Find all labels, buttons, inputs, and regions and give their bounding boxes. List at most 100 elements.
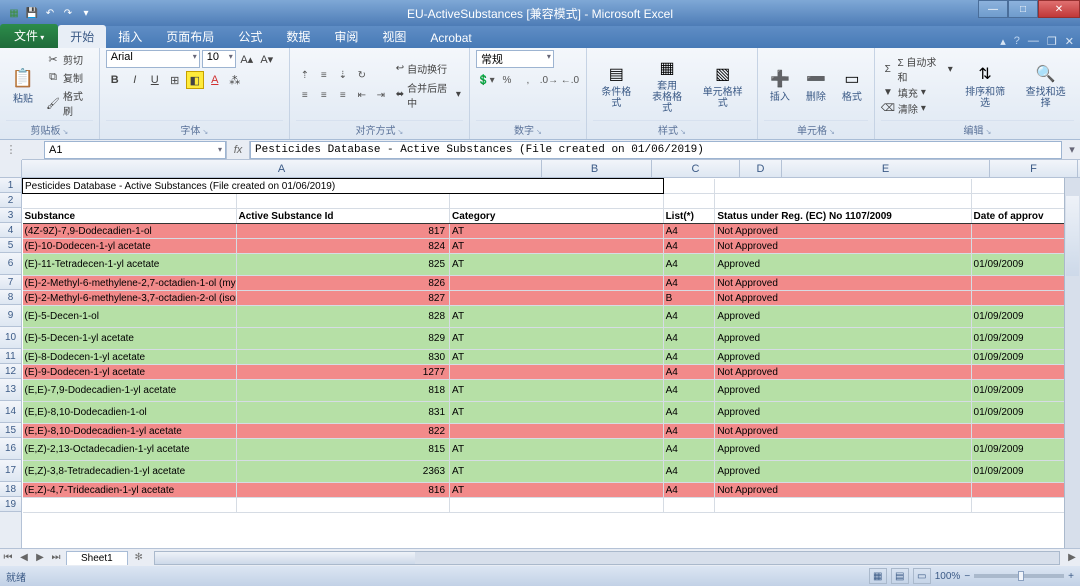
- autosum-button[interactable]: ΣΣ 自动求和 ▾: [881, 54, 953, 84]
- name-box[interactable]: A1: [44, 141, 226, 159]
- col-header-C[interactable]: C: [652, 160, 740, 177]
- row-header-3[interactable]: 3: [0, 208, 21, 223]
- tab-nav-last[interactable]: ⏭: [48, 552, 64, 563]
- cell[interactable]: A4: [663, 424, 715, 439]
- cell[interactable]: AT: [450, 239, 664, 254]
- maximize-button[interactable]: □: [1008, 0, 1038, 18]
- cell[interactable]: (E)-8-Dodecen-1-yl acetate: [23, 350, 237, 365]
- sheet-tab-sheet1[interactable]: Sheet1: [66, 551, 128, 565]
- increase-decimal-button[interactable]: .0→: [539, 71, 559, 89]
- row-header-10[interactable]: 10: [0, 327, 21, 349]
- find-select-button[interactable]: 🔍查找和选择: [1017, 60, 1074, 111]
- qat-dropdown-icon[interactable]: ▾: [78, 5, 94, 21]
- cell[interactable]: (E,Z)-4,7-Tridecadien-1-yl acetate: [23, 483, 237, 498]
- cell[interactable]: 829: [236, 328, 450, 350]
- row-header-17[interactable]: 17: [0, 460, 21, 482]
- align-center-button[interactable]: ≡: [315, 86, 333, 104]
- tab-insert[interactable]: 插入: [106, 25, 154, 48]
- window-inner-close-icon[interactable]: ✕: [1065, 35, 1074, 48]
- cell[interactable]: 818: [236, 380, 450, 402]
- underline-button[interactable]: U: [146, 71, 164, 89]
- fx-icon[interactable]: fx: [226, 141, 250, 159]
- cell[interactable]: 831: [236, 402, 450, 424]
- row-header-12[interactable]: 12: [0, 364, 21, 379]
- cell[interactable]: Substance: [23, 209, 237, 224]
- cell[interactable]: A4: [663, 380, 715, 402]
- vscroll-thumb[interactable]: [1066, 196, 1079, 276]
- help-icon[interactable]: ?: [1014, 35, 1020, 48]
- align-left-button[interactable]: ≡: [296, 86, 314, 104]
- cell[interactable]: [23, 498, 237, 513]
- cell[interactable]: [715, 179, 971, 194]
- cell[interactable]: (E)-5-Decen-1-yl acetate: [23, 328, 237, 350]
- italic-button[interactable]: I: [126, 71, 144, 89]
- select-all-corner[interactable]: [0, 160, 22, 178]
- active-cell[interactable]: Pesticides Database - Active Substances …: [23, 179, 664, 194]
- view-pagebreak-button[interactable]: ▭: [913, 568, 931, 584]
- view-layout-button[interactable]: ▤: [891, 568, 909, 584]
- tab-nav-next[interactable]: ▶: [32, 552, 48, 563]
- cell[interactable]: (4Z-9Z)-7,9-Dodecadien-1-ol: [23, 224, 237, 239]
- cell[interactable]: Not Approved: [715, 276, 971, 291]
- tab-formulas[interactable]: 公式: [226, 25, 274, 48]
- cell[interactable]: B: [663, 291, 715, 306]
- cell[interactable]: Status under Reg. (EC) No 1107/2009: [715, 209, 971, 224]
- window-inner-min-icon[interactable]: —: [1028, 35, 1039, 48]
- tab-data[interactable]: 数据: [274, 25, 322, 48]
- cell[interactable]: Not Approved: [715, 365, 971, 380]
- phonetic-button[interactable]: ⁂: [226, 71, 244, 89]
- cell[interactable]: A4: [663, 365, 715, 380]
- cell[interactable]: Not Approved: [715, 291, 971, 306]
- border-button[interactable]: ⊞: [166, 71, 184, 89]
- cell[interactable]: [450, 498, 664, 513]
- delete-cells-button[interactable]: ➖删除: [800, 65, 832, 105]
- cell[interactable]: (E)-9-Dodecen-1-yl acetate: [23, 365, 237, 380]
- cell[interactable]: Approved: [715, 306, 971, 328]
- cell[interactable]: Active Substance Id: [236, 209, 450, 224]
- redo-icon[interactable]: ↷: [60, 5, 76, 21]
- format-painter-button[interactable]: 🖌格式刷: [44, 87, 93, 119]
- tab-acrobat[interactable]: Acrobat: [418, 28, 483, 48]
- cell[interactable]: AT: [450, 254, 664, 276]
- sort-filter-button[interactable]: ⇅排序和筛选: [957, 60, 1014, 111]
- undo-icon[interactable]: ↶: [42, 5, 58, 21]
- row-header-18[interactable]: 18: [0, 482, 21, 497]
- cell[interactable]: AT: [450, 483, 664, 498]
- decrease-indent-button[interactable]: ⇤: [353, 86, 371, 104]
- cell[interactable]: AT: [450, 380, 664, 402]
- cell[interactable]: A4: [663, 402, 715, 424]
- merge-center-button[interactable]: ⬌合并后居中 ▾: [394, 79, 463, 111]
- cell[interactable]: (E,E)-8,10-Dodecadien-1-ol: [23, 402, 237, 424]
- decrease-decimal-button[interactable]: ←.0: [560, 71, 580, 89]
- cell[interactable]: AT: [450, 328, 664, 350]
- cell[interactable]: 826: [236, 276, 450, 291]
- cell[interactable]: 817: [236, 224, 450, 239]
- cell[interactable]: [715, 194, 971, 209]
- col-header-A[interactable]: A: [22, 160, 542, 177]
- cell[interactable]: Not Approved: [715, 224, 971, 239]
- row-header-9[interactable]: 9: [0, 305, 21, 327]
- cell[interactable]: 825: [236, 254, 450, 276]
- cell[interactable]: [450, 365, 664, 380]
- font-color-button[interactable]: A: [206, 71, 224, 89]
- cell[interactable]: (E,E)-8,10-Dodecadien-1-yl acetate: [23, 424, 237, 439]
- cell[interactable]: AT: [450, 439, 664, 461]
- cell[interactable]: (E)-10-Dodecen-1-yl acetate: [23, 239, 237, 254]
- comma-button[interactable]: ,: [518, 71, 538, 89]
- cell[interactable]: Approved: [715, 254, 971, 276]
- align-bottom-button[interactable]: ⇣: [334, 66, 352, 84]
- close-button[interactable]: ✕: [1038, 0, 1080, 18]
- cell[interactable]: 816: [236, 483, 450, 498]
- tab-home[interactable]: 开始: [58, 25, 106, 48]
- currency-button[interactable]: 💲▾: [476, 71, 496, 89]
- zoom-slider[interactable]: [974, 574, 1064, 578]
- tab-layout[interactable]: 页面布局: [154, 25, 226, 48]
- row-header-16[interactable]: 16: [0, 438, 21, 460]
- row-header-15[interactable]: 15: [0, 423, 21, 438]
- row-header-13[interactable]: 13: [0, 379, 21, 401]
- paste-button[interactable]: 📋 粘贴: [6, 64, 40, 107]
- row-header-6[interactable]: 6: [0, 253, 21, 275]
- tab-view[interactable]: 视图: [370, 25, 418, 48]
- save-icon[interactable]: 💾: [24, 5, 40, 21]
- align-right-button[interactable]: ≡: [334, 86, 352, 104]
